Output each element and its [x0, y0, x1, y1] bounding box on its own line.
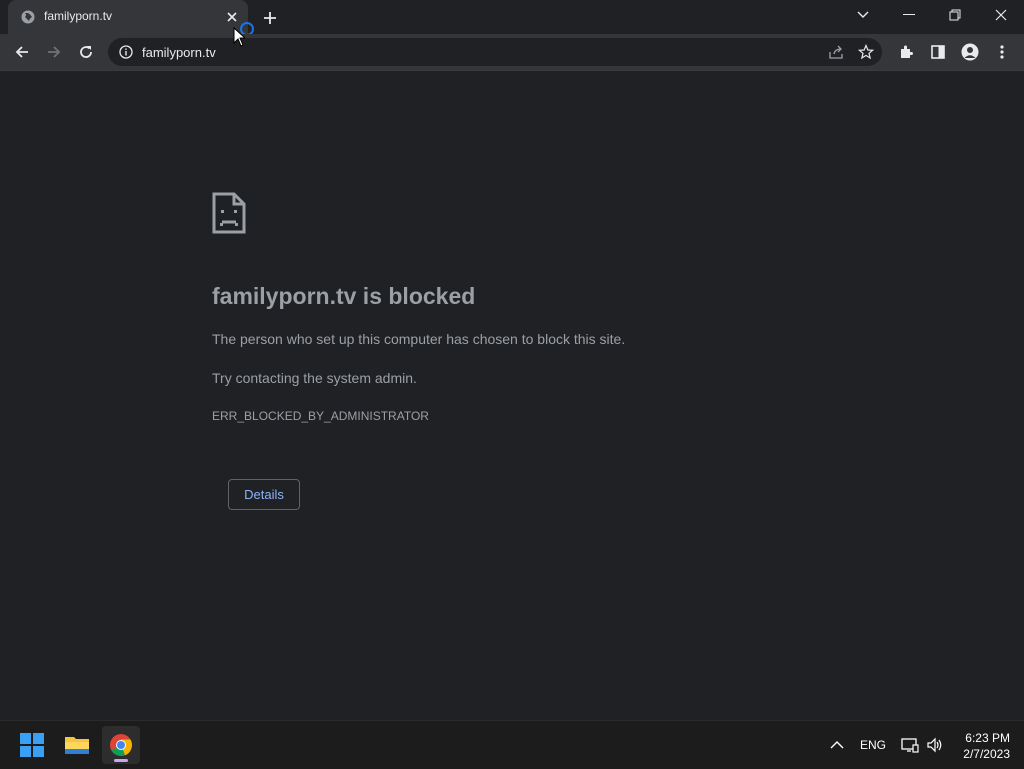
block-explanation-text: The person who set up this computer has …	[212, 331, 626, 347]
contact-admin-text: Try contacting the system admin.	[212, 370, 417, 386]
close-window-icon[interactable]	[978, 0, 1024, 30]
address-bar[interactable]: familyporn.tv	[108, 38, 882, 66]
menu-kebab-icon[interactable]	[990, 40, 1014, 64]
tab-title: familyporn.tv	[44, 9, 113, 23]
windows-taskbar: ENG 6:23 PM 2/7/2023	[0, 720, 1024, 769]
clock-time: 6:23 PM	[965, 731, 1010, 745]
language-indicator[interactable]: ENG	[860, 721, 886, 769]
side-panel-icon[interactable]	[926, 40, 950, 64]
active-app-indicator	[114, 759, 128, 762]
blocked-page-icon	[212, 192, 246, 234]
error-code: ERR_BLOCKED_BY_ADMINISTRATOR	[212, 409, 429, 423]
back-icon[interactable]	[10, 40, 34, 64]
browser-tab[interactable]: familyporn.tv	[8, 0, 248, 34]
windows-start-icon[interactable]	[13, 726, 51, 764]
volume-icon[interactable]	[926, 721, 944, 769]
globe-icon	[20, 9, 36, 25]
page-content: familyporn.tv is blocked The person who …	[0, 71, 1024, 720]
browser-toolbar: familyporn.tv	[0, 34, 1024, 71]
extensions-icon[interactable]	[894, 40, 918, 64]
clock-date: 2/7/2023	[963, 747, 1010, 761]
restore-icon[interactable]	[932, 0, 978, 30]
page-title: familyporn.tv is blocked	[212, 283, 476, 309]
forward-icon[interactable]	[42, 40, 66, 64]
reload-icon[interactable]	[74, 40, 98, 64]
system-clock[interactable]: 6:23 PM 2/7/2023	[963, 730, 1010, 762]
url-text[interactable]: familyporn.tv	[142, 45, 216, 60]
bookmark-star-icon[interactable]	[857, 43, 875, 60]
chrome-taskbar-icon[interactable]	[102, 726, 140, 764]
show-hidden-icons-icon[interactable]	[830, 721, 844, 769]
tab-search-icon[interactable]	[840, 0, 886, 30]
new-tab-icon[interactable]	[260, 8, 280, 28]
network-icon[interactable]	[901, 721, 919, 769]
tab-strip: familyporn.tv	[0, 0, 1024, 36]
details-button[interactable]: Details	[228, 479, 300, 510]
profile-icon[interactable]	[958, 40, 982, 64]
file-explorer-icon[interactable]	[58, 726, 96, 764]
close-tab-icon[interactable]	[224, 9, 240, 25]
minimize-icon[interactable]	[886, 0, 932, 30]
share-icon[interactable]	[828, 44, 844, 60]
mouse-cursor-icon	[233, 26, 247, 47]
site-info-icon[interactable]	[118, 44, 134, 60]
